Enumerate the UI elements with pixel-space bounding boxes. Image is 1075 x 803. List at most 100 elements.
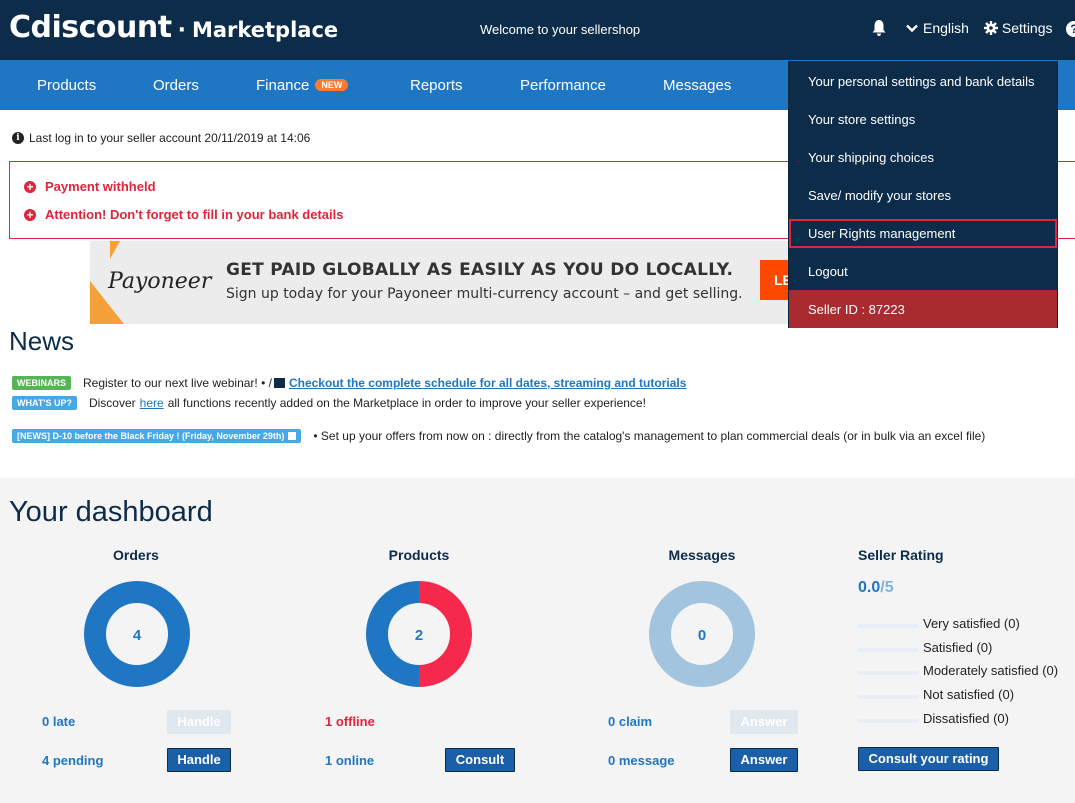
rating-label: Moderately satisfied (0): [923, 663, 1059, 678]
messages-donut: 0: [649, 581, 755, 687]
plus-circle-icon: +: [24, 180, 36, 193]
banner-subtitle: Sign up today for your Payoneer multi-cu…: [226, 286, 743, 302]
rating-label: Dissatisfied (0): [923, 711, 1009, 726]
payoneer-banner[interactable]: Payoneer GET PAID GLOBALLY AS EASILY AS …: [90, 241, 790, 324]
news-webinars: WEBINARS Register to our next live webin…: [12, 376, 686, 390]
dd-store-settings[interactable]: Your store settings: [789, 100, 1057, 138]
rating-label: Satisfied (0): [923, 640, 993, 655]
gear-icon: [983, 21, 998, 35]
logo-brand: Cdiscount: [9, 10, 172, 45]
whatsup-post: all functions recently added on the Mark…: [167, 396, 646, 410]
alert-bank-text: Attention! Don't forget to fill in your …: [45, 207, 344, 222]
messages-message: 0 message: [608, 753, 675, 768]
whatsup-pre: Discover: [88, 396, 136, 410]
chevron-down-icon: [906, 24, 918, 32]
dd-logout[interactable]: Logout: [789, 252, 1057, 290]
banner-learn-button[interactable]: LE: [760, 260, 790, 300]
rating-value: 0.0: [858, 579, 881, 596]
logo-marketplace: Marketplace: [191, 18, 339, 42]
settings-dropdown: Your personal settings and bank details …: [788, 61, 1058, 328]
blackfriday-tag[interactable]: [NEWS] D-10 before the Black Friday ! (F…: [12, 429, 302, 443]
answer-message-button[interactable]: Answer: [730, 748, 798, 772]
payoneer-logo: Payoneer: [108, 269, 212, 294]
nav-performance[interactable]: Performance: [520, 77, 606, 94]
cdiscount-logo[interactable]: Cdiscount · Marketplace: [9, 10, 338, 45]
rating-bar: [858, 719, 918, 723]
nav-finance[interactable]: Finance NEW: [256, 77, 349, 94]
rating-bar: [858, 695, 918, 699]
seller-rating-title: Seller Rating: [858, 547, 944, 563]
rating-row: Very satisfied (0): [858, 616, 1075, 634]
welcome-text: Welcome to your sellershop: [480, 22, 641, 37]
handle-pending-button[interactable]: Handle: [167, 748, 231, 772]
dd-modify-stores[interactable]: Save/ modify your stores: [789, 176, 1057, 214]
rating-row: Dissatisfied (0): [858, 711, 1075, 729]
top-right-controls: English Settings: [872, 20, 1053, 36]
settings-menu[interactable]: Settings: [1002, 20, 1053, 36]
dashboard-title: Your dashboard: [9, 496, 213, 528]
messages-count: 0: [698, 627, 706, 644]
rating-label: Very satisfied (0): [923, 616, 1020, 631]
bell-icon[interactable]: [872, 20, 886, 36]
calendar-icon: [273, 378, 285, 388]
help-icon[interactable]: ?: [1066, 21, 1075, 37]
rating-label: Not satisfied (0): [923, 687, 1015, 702]
schedule-link[interactable]: Checkout the complete schedule for all d…: [289, 376, 686, 390]
square-icon: [288, 432, 297, 440]
dd-personal-settings[interactable]: Your personal settings and bank details: [789, 62, 1057, 100]
messages-title: Messages: [668, 547, 736, 563]
rating-row: Moderately satisfied (0): [858, 663, 1075, 681]
plus-circle-icon: +: [24, 208, 36, 221]
top-header: Cdiscount · Marketplace Welcome to your se…: [0, 0, 1075, 60]
dd-shipping-choices[interactable]: Your shipping choices: [789, 138, 1057, 176]
webinars-text: Register to our next live webinar! • /: [83, 376, 272, 390]
news-title: News: [9, 326, 75, 356]
products-donut: 2: [366, 581, 472, 687]
last-login-text: Last log in to your seller account 20/11…: [29, 131, 311, 145]
rating-score: 0.0/5: [858, 579, 894, 597]
info-icon: i: [12, 132, 24, 144]
messages-claim: 0 claim: [608, 714, 653, 729]
here-link[interactable]: here: [140, 396, 164, 410]
nav-reports[interactable]: Reports: [410, 77, 463, 94]
news-whatsup: WHAT'S UP? Discover here all functions r…: [12, 396, 646, 410]
dd-seller-id: Seller ID : 87223: [789, 290, 1057, 328]
consult-rating-button[interactable]: Consult your rating: [858, 747, 999, 771]
nav-finance-label: Finance: [256, 77, 310, 94]
rating-bar: [858, 648, 918, 652]
alert-bank: + Attention! Don't forget to fill in you…: [24, 207, 343, 222]
blackfriday-text: • Set up your offers from now on : direc…: [313, 429, 986, 443]
orders-late: 0 late: [42, 714, 76, 729]
language-selector[interactable]: English: [923, 20, 969, 36]
nav-orders[interactable]: Orders: [153, 77, 199, 94]
blackfriday-tag-text: [NEWS] D-10 before the Black Friday ! (F…: [17, 431, 285, 441]
banner-title: GET PAID GLOBALLY AS EASILY AS YOU DO LO…: [226, 260, 734, 280]
consult-button[interactable]: Consult: [445, 748, 515, 772]
whatsup-tag: WHAT'S UP?: [12, 396, 77, 410]
alert-payment-text: Payment withheld: [45, 179, 156, 194]
products-online: 1 online: [325, 753, 375, 768]
rating-bar: [858, 671, 918, 675]
rating-bar: [858, 624, 918, 628]
products-count: 2: [415, 627, 423, 644]
nav-messages[interactable]: Messages: [663, 77, 731, 94]
alert-payment: + Payment withheld: [24, 179, 156, 194]
products-title: Products: [388, 547, 450, 563]
nav-products[interactable]: Products: [37, 77, 96, 94]
last-login: i Last log in to your seller account 20/…: [12, 131, 310, 145]
rating-row: Satisfied (0): [858, 640, 1075, 658]
answer-claim-button[interactable]: Answer: [730, 710, 798, 734]
news-blackfriday: [NEWS] D-10 before the Black Friday ! (F…: [12, 429, 985, 443]
new-badge: NEW: [315, 79, 349, 91]
rating-denominator: /5: [880, 579, 894, 596]
banner-decoration: [110, 241, 120, 259]
webinars-tag: WEBINARS: [12, 376, 71, 390]
dd-user-rights[interactable]: User Rights management: [789, 219, 1057, 248]
handle-late-button[interactable]: Handle: [167, 710, 231, 734]
orders-title: Orders: [113, 547, 159, 563]
orders-donut: 4: [84, 581, 190, 687]
logo-separator: ·: [177, 18, 186, 43]
products-offline: 1 offline: [325, 714, 375, 729]
rating-row: Not satisfied (0): [858, 687, 1075, 705]
orders-pending: 4 pending: [42, 753, 104, 768]
